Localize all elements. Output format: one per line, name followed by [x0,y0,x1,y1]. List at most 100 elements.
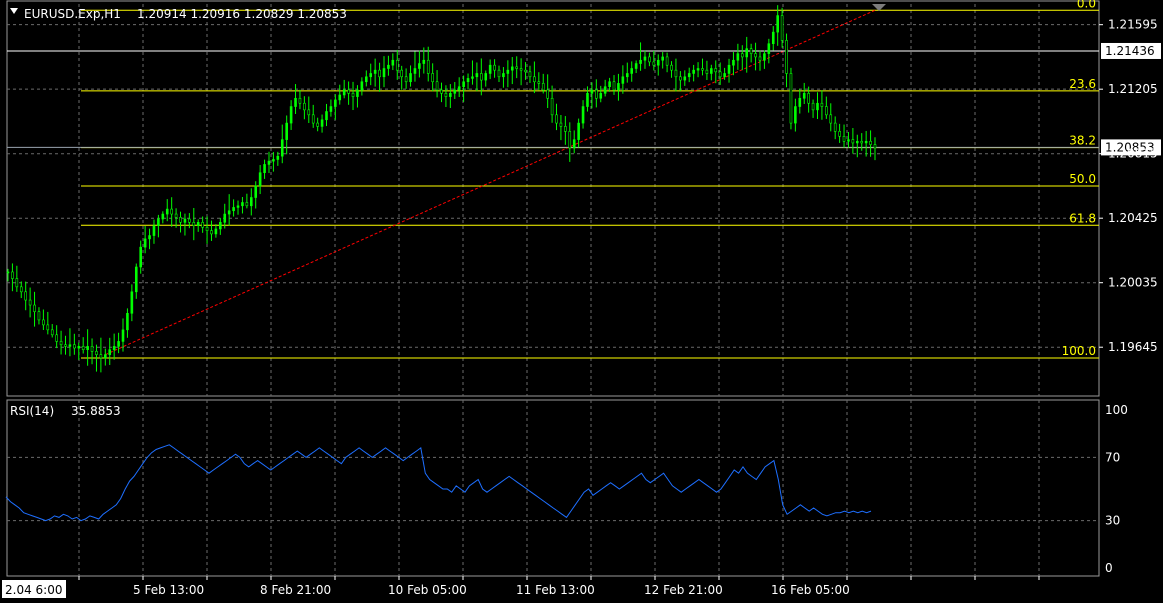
candle [568,122,572,162]
candle-body [599,93,603,99]
rsi-tick-label: 30 [1105,514,1120,528]
candle [404,68,408,89]
ohlc-label: 1.20914 1.20916 1.20829 1.20853 [137,7,347,21]
candle-body [802,93,806,99]
candle [188,213,191,229]
candle [148,228,151,250]
candle-body [603,86,607,94]
candle-body [338,94,342,101]
candle-body [334,99,337,107]
candle [869,130,872,157]
candle-body [471,76,474,79]
candle [152,219,156,244]
candle [714,60,718,84]
y-tick-label: 1.21595 [1108,18,1158,32]
candle [245,193,249,209]
candle-body [851,139,855,144]
candle [763,50,766,69]
candle [400,65,403,90]
candle [572,130,576,154]
candle-body [701,68,704,71]
candle-body [811,102,815,111]
candle [555,103,558,131]
marked-level-label: 1.21436 [1105,44,1155,58]
candle [205,216,209,244]
candle [435,70,439,98]
candle [117,332,120,354]
candle-body [771,31,775,44]
candle [705,60,709,80]
candle [833,116,837,140]
candle-body [679,76,682,81]
candle-body [183,218,187,223]
candle-body [692,69,695,74]
candle-body [99,354,103,359]
candle-body [639,59,642,64]
candle-body [24,291,27,301]
candle [241,197,244,214]
candle [325,103,328,127]
candle-body [550,97,554,116]
candle-body [28,299,32,306]
chart-canvas[interactable]: 0.023.638.250.061.8100.0 1.214361.20853 … [0,0,1163,603]
candle [50,324,54,338]
candle [564,116,567,145]
candle [661,52,664,69]
candle-body [360,81,364,91]
candle-body [705,69,709,74]
candle-body [493,64,496,71]
fibo-level-label: 100.0 [1062,344,1096,358]
x-tick-label: 8 Feb 21:00 [260,583,331,597]
candle-body [833,122,837,132]
candle [347,81,350,105]
candle-body [276,155,280,160]
candle-body [365,76,368,83]
symbol-label: EURUSD.Exp,H1 [24,7,121,21]
candle-body [484,73,488,81]
candle-body [280,139,284,157]
candle [365,70,368,87]
x-tick-label: 10 Feb 05:00 [388,583,467,597]
candle-body [572,139,576,149]
candle-body [320,119,324,127]
candle-body [621,76,625,84]
candle [311,104,315,128]
candle [55,325,58,349]
candle [798,88,802,114]
candle-body [462,81,465,88]
candle [46,311,50,335]
candle [537,72,541,91]
candle-body [661,56,664,61]
candle [829,103,833,132]
candle [754,42,757,71]
candle [298,89,302,110]
candle-body [696,68,700,71]
candle-body [829,114,833,124]
candle [727,58,731,83]
candle [126,308,129,338]
candle [395,49,399,80]
candle-body [740,53,744,58]
candle-body [205,226,209,231]
candle-body [77,346,81,349]
candle-body [431,73,434,83]
candle [112,333,116,360]
candle-body [608,81,611,88]
candle-body [201,222,204,228]
candle [480,58,483,96]
candle-body [807,93,810,104]
fibonacci-retracement[interactable]: 0.0 23.6 38.2 50.0 61.8 100.0 [81,0,1099,359]
candle-body [785,40,788,74]
candle [440,82,443,103]
candle [710,64,713,81]
candle-body [272,159,275,162]
candle-body [210,230,213,235]
candle [510,57,514,85]
symbol-menu-triangle-icon[interactable] [10,8,18,14]
candle-body [378,69,381,78]
candle-body [50,329,54,336]
candle [811,99,815,118]
candle-body [130,291,134,314]
x-tick-label: 16 Feb 05:00 [771,583,850,597]
candle-body [665,56,669,66]
